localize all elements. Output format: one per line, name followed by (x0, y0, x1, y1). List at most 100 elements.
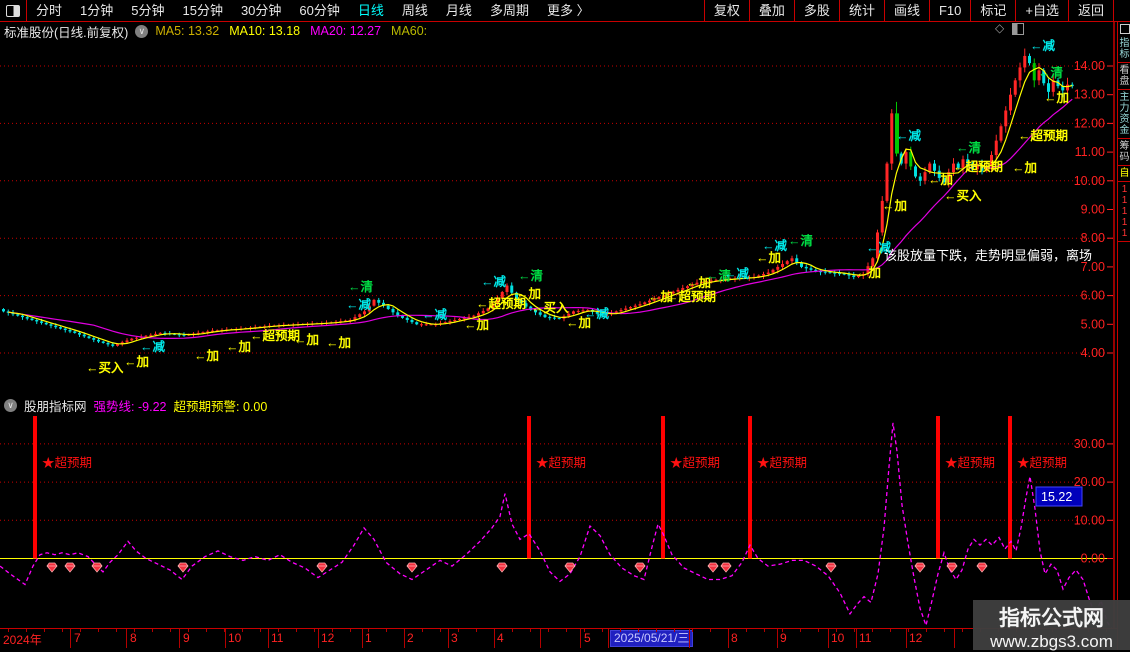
date-axis[interactable]: 2024年 2025/05/21/三 7 8 9 10 11 12 1 2 3 4 5 8 9 10 11 1… (0, 628, 1130, 649)
minor-tick (854, 629, 855, 632)
month-separator (494, 629, 495, 648)
minor-tick (944, 629, 945, 632)
diamond-marker (177, 562, 189, 573)
candle-body (795, 258, 799, 263)
minor-tick (260, 629, 261, 632)
chart-label: 5.00 (1081, 317, 1105, 331)
candle-body (35, 319, 39, 322)
chart-label: 12.00 (1074, 116, 1105, 130)
toolbar-button-7[interactable]: +自选 (1015, 0, 1068, 21)
candle-body (1023, 55, 1027, 68)
toolbar-button-3[interactable]: 统计 (838, 0, 884, 21)
sidebar-section-3[interactable]: 筹码 (1118, 139, 1130, 166)
candle-body (852, 275, 856, 277)
layout-icon[interactable] (0, 0, 27, 21)
sidebar-section-4[interactable]: 自 (1118, 166, 1130, 182)
watermark-url: www.zbgs3.com (990, 632, 1113, 651)
chart-label: ←加 (1012, 160, 1037, 175)
tab-period-6[interactable]: 日线 (349, 0, 393, 21)
ma-item-0: MA5: 13.32 (155, 24, 220, 38)
chart-label: 9.00 (1081, 203, 1105, 217)
minor-tick (296, 629, 297, 632)
month-separator (728, 629, 729, 648)
tab-period-3[interactable]: 15分钟 (173, 0, 231, 21)
sidebar-section-5[interactable]: 11111 (1118, 182, 1130, 242)
candle-body (59, 327, 62, 329)
minor-tick (566, 629, 567, 632)
diamond-marker (46, 562, 58, 573)
sidebar-section-0[interactable]: 指标 (1118, 36, 1130, 63)
tab-period-5[interactable]: 60分钟 (290, 0, 348, 21)
toolbar-button-8[interactable]: 返回 (1067, 0, 1114, 21)
sidebar-section-1[interactable]: 看盘 (1118, 63, 1130, 90)
signal-line (527, 416, 531, 559)
chevron-down-icon[interactable]: ∨ (4, 398, 17, 412)
minor-tick (926, 629, 927, 632)
minor-tick (116, 629, 117, 632)
tab-period-7[interactable]: 周线 (393, 0, 437, 21)
panel-split-icon[interactable] (1012, 23, 1025, 35)
chevron-down-icon[interactable]: ∨ (135, 24, 149, 38)
chart-label: ←清 (1038, 65, 1064, 80)
tab-period-8[interactable]: 月线 (437, 0, 481, 21)
minor-tick (530, 629, 531, 632)
chart-label: ←加 (856, 265, 881, 280)
month-separator (225, 629, 226, 648)
chart-label: ←减 (140, 339, 166, 354)
candle-body (415, 322, 419, 325)
minor-tick (476, 629, 477, 632)
candle-body (63, 328, 67, 331)
candle-body (158, 332, 162, 334)
toolbar-button-4[interactable]: 画线 (883, 0, 929, 21)
candle-body (154, 333, 157, 335)
month-label: 3 (451, 631, 458, 645)
toolbar-button-2[interactable]: 多股 (793, 0, 839, 21)
tab-period-9[interactable]: 多周期 (481, 0, 538, 21)
toolbar-button-6[interactable]: 标记 (970, 0, 1015, 21)
candle-body (135, 337, 138, 339)
candle-body (477, 313, 480, 316)
diamond-icon[interactable]: ◇ (995, 21, 1004, 35)
stock-title: 标准股份(日线.前复权) (4, 25, 129, 40)
minor-tick (674, 629, 675, 632)
minor-tick (458, 629, 459, 632)
month-label: 12 (909, 631, 923, 645)
candle-body (762, 274, 765, 276)
alert-value: 超预期预警: 0.00 (173, 399, 268, 414)
month-separator (777, 629, 778, 648)
candle-body (2, 309, 5, 312)
sidebar-section-2[interactable]: 主力资金 (1118, 90, 1130, 139)
tab-period-0[interactable]: 分时 (27, 0, 71, 21)
chart-label: 30.00 (1074, 437, 1105, 451)
month-label: 12 (321, 631, 335, 645)
diamond-marker (634, 562, 646, 573)
candle-body (1004, 110, 1008, 127)
tab-period-2[interactable]: 5分钟 (122, 0, 173, 21)
candle-body (885, 163, 889, 201)
toolbar-button-1[interactable]: 叠加 (748, 0, 794, 21)
candle-body (130, 338, 134, 341)
tab-period-1[interactable]: 1分钟 (71, 0, 122, 21)
candle-body (92, 338, 96, 340)
minor-tick (692, 629, 693, 632)
minor-tick (818, 629, 819, 632)
month-label: 10 (831, 631, 845, 645)
toolbar-button-0[interactable]: 复权 (703, 0, 749, 21)
chart-label: ←加 (226, 339, 251, 354)
tab-period-10[interactable]: 更多 〉 (538, 0, 599, 21)
candle-body (790, 258, 794, 262)
right-sidebar-tabs[interactable]: 指标看盘主力资金筹码自11111 (1117, 22, 1130, 650)
month-label: 8 (130, 631, 137, 645)
month-separator (268, 629, 269, 648)
tab-period-4[interactable]: 30分钟 (232, 0, 290, 21)
selected-date-box: 2025/05/21/三 (610, 630, 694, 647)
signal-line (661, 416, 665, 559)
candle-body (828, 272, 832, 274)
toolbar-button-5[interactable]: F10 (928, 0, 970, 21)
chart-label: ★超预期 (945, 455, 995, 470)
chart-label: ←超预期 (666, 289, 716, 304)
minor-tick (440, 629, 441, 632)
chart-label: ←清 (956, 140, 982, 155)
minor-tick (764, 629, 765, 632)
charts-canvas[interactable]: ←买入 ←加←减←加←加←超预期←加 ←加←减←清←减←加←超预期←减←加←清←买入… (0, 0, 1130, 650)
